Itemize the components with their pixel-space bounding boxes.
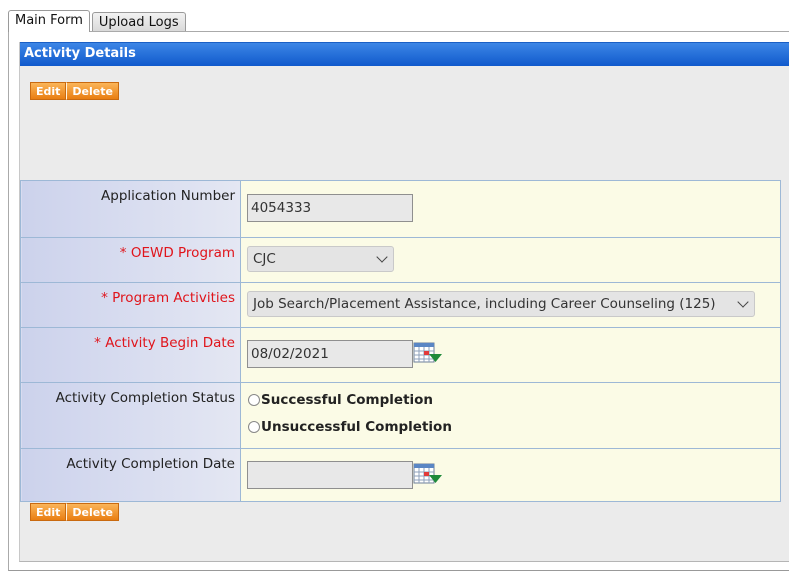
delete-button[interactable]: Delete — [66, 503, 119, 521]
delete-button[interactable]: Delete — [66, 82, 119, 100]
section-header: Activity Details — [20, 42, 789, 66]
tab-bar: Main Form Upload Logs — [8, 10, 188, 32]
top-action-buttons: Edit Delete — [30, 82, 119, 100]
oewd-program-value: CJC — [253, 251, 276, 267]
successful-completion-option[interactable]: Successful Completion — [248, 392, 433, 408]
activity-begin-date-label: * Activity Begin Date — [20, 327, 241, 383]
unsuccessful-completion-option[interactable]: Unsuccessful Completion — [248, 419, 452, 435]
oewd-program-label: * OEWD Program — [20, 237, 241, 283]
edit-button[interactable]: Edit — [30, 82, 67, 100]
unsuccessful-completion-radio[interactable] — [248, 421, 260, 433]
bottom-action-buttons: Edit Delete — [30, 503, 119, 521]
activity-completion-status-label: Activity Completion Status — [20, 382, 241, 449]
successful-completion-radio[interactable] — [248, 394, 260, 406]
oewd-program-select[interactable]: CJC — [247, 246, 394, 272]
application-number-label: Application Number — [20, 180, 241, 238]
chevron-down-icon — [376, 251, 388, 263]
activity-begin-date-field[interactable]: 08/02/2021 — [247, 340, 413, 368]
tab-upload-logs[interactable]: Upload Logs — [91, 12, 186, 32]
section-title: Activity Details — [24, 46, 136, 61]
application-number-field[interactable]: 4054333 — [247, 194, 413, 222]
calendar-icon[interactable] — [413, 463, 443, 487]
tab-panel: Activity Details Edit Delete Application… — [8, 31, 789, 571]
activity-details-section: Activity Details Edit Delete Application… — [19, 42, 789, 562]
successful-completion-label: Successful Completion — [261, 392, 434, 408]
chevron-down-icon — [737, 296, 749, 308]
program-activities-value: Job Search/Placement Assistance, includi… — [253, 296, 716, 312]
calendar-icon[interactable] — [413, 342, 443, 366]
tab-main-form[interactable]: Main Form — [8, 10, 90, 32]
activity-begin-date-cell: 08/02/2021 — [240, 327, 781, 383]
unsuccessful-completion-label: Unsuccessful Completion — [261, 419, 452, 435]
activity-completion-date-cell — [240, 448, 781, 502]
edit-button[interactable]: Edit — [30, 503, 67, 521]
application-number-cell: 4054333 — [240, 180, 781, 238]
program-activities-cell: Job Search/Placement Assistance, includi… — [240, 282, 781, 328]
activity-completion-status-cell: Successful Completion Unsuccessful Compl… — [240, 382, 781, 449]
oewd-program-cell: CJC — [240, 237, 781, 283]
activity-form: Application Number 4054333 * OEWD Progra… — [20, 180, 781, 502]
program-activities-select[interactable]: Job Search/Placement Assistance, includi… — [247, 291, 755, 317]
activity-completion-date-field[interactable] — [247, 461, 413, 489]
activity-completion-date-label: Activity Completion Date — [20, 448, 241, 502]
program-activities-label: * Program Activities — [20, 282, 241, 328]
